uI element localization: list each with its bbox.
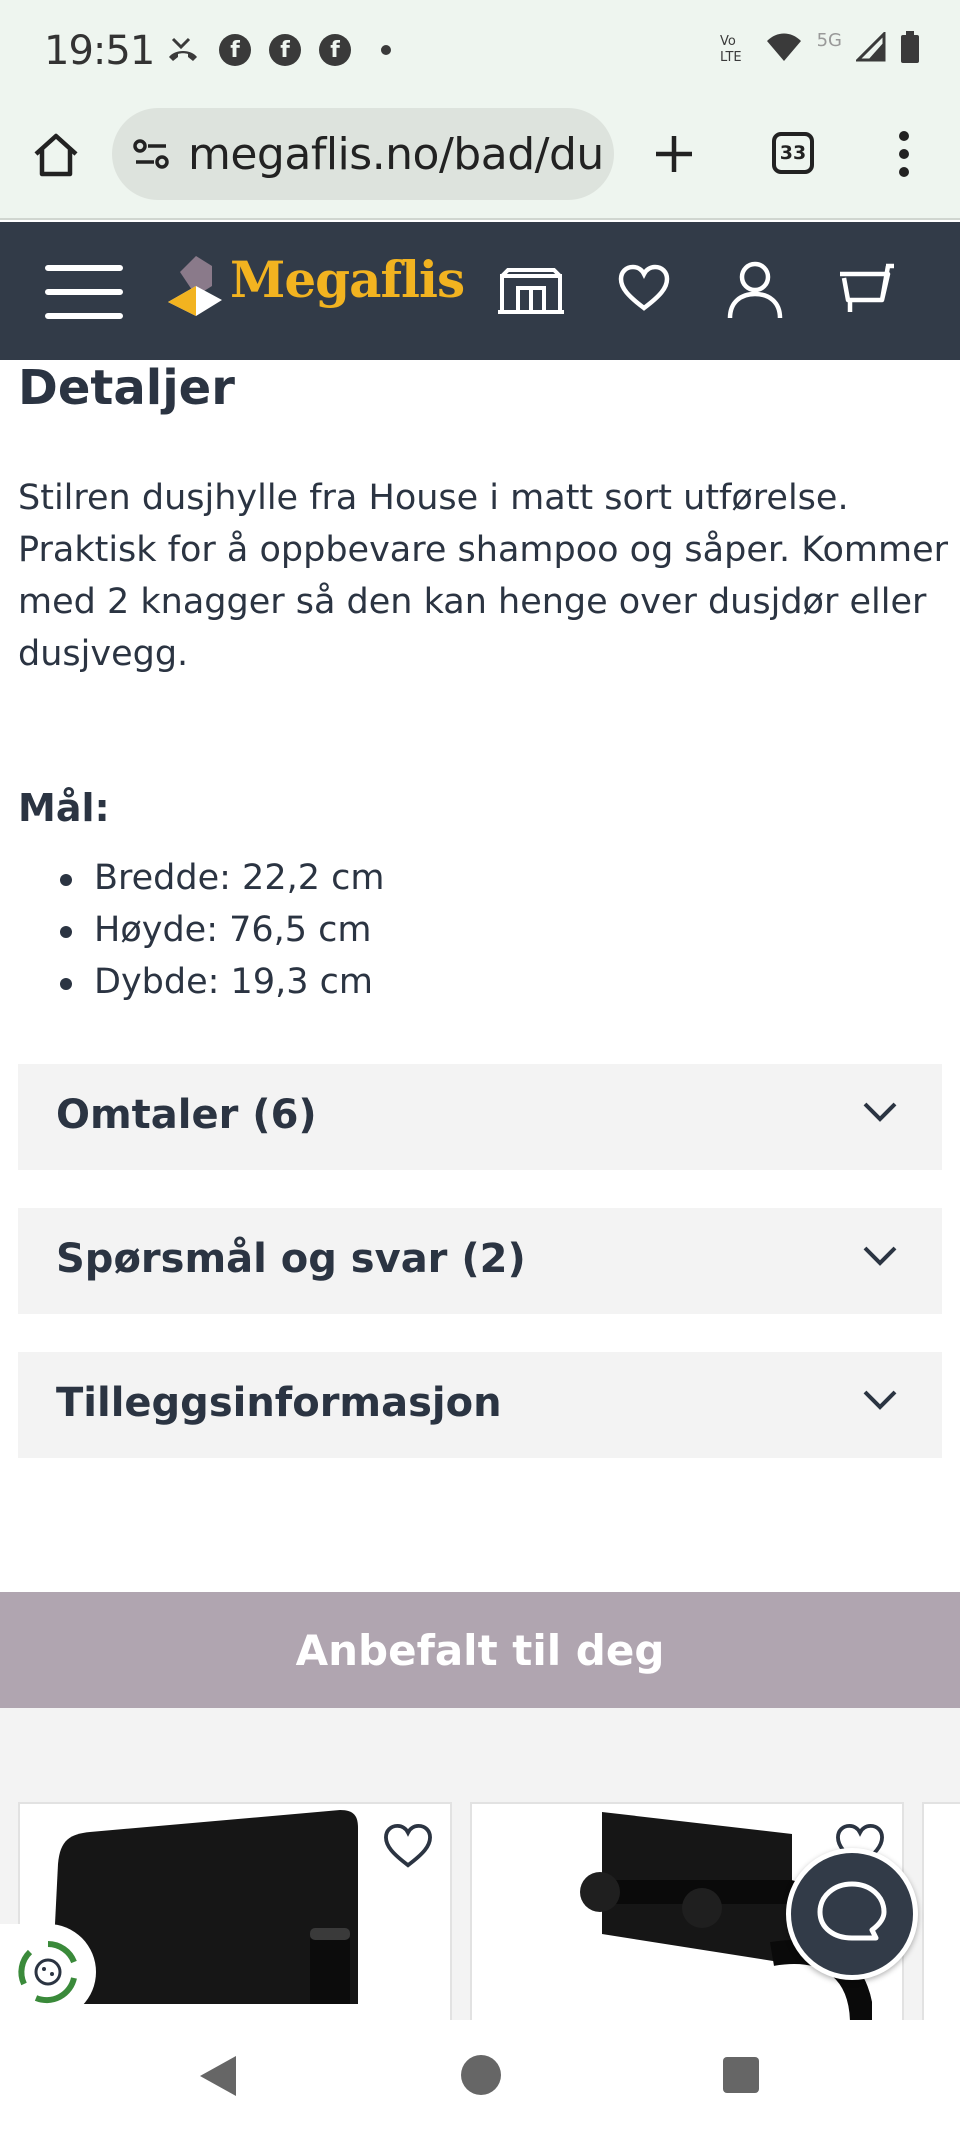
logo-text[interactable]: Megaflis <box>230 250 465 309</box>
product-card[interactable] <box>922 1802 960 2020</box>
accordion-questions[interactable]: Spørsmål og svar (2) <box>18 1208 942 1314</box>
home-circle-icon[interactable] <box>460 2054 502 2096</box>
details-heading: Detaljer <box>18 360 235 416</box>
notification-icons: f f f <box>165 34 391 66</box>
system-icons: Vo LTE 5G <box>717 30 920 64</box>
facebook-icon: f <box>219 34 251 66</box>
cart-icon[interactable] <box>836 260 898 320</box>
heart-icon <box>384 1823 432 1868</box>
address-bar[interactable]: megaflis.no/bad/du <box>112 108 614 200</box>
account-icon[interactable] <box>726 260 784 320</box>
chat-bubble-icon <box>817 1881 887 1941</box>
product-description: Stilren dusjhylle fra House i matt sort … <box>18 478 949 674</box>
url-text: megaflis.no/bad/du <box>188 128 604 180</box>
missed-call-icon <box>169 37 197 61</box>
store-icon[interactable] <box>494 266 568 316</box>
volte-icon: Vo LTE <box>720 34 742 64</box>
back-icon[interactable] <box>196 2054 238 2098</box>
wishlist-heart-icon[interactable] <box>618 264 670 312</box>
chat-button[interactable] <box>786 1848 918 1980</box>
signal-icon <box>856 32 886 62</box>
more-menu-icon[interactable] <box>896 130 912 178</box>
recents-icon[interactable] <box>722 2056 760 2094</box>
status-time: 19:51 <box>44 28 155 74</box>
accordion-reviews-label: Omtaler (6) <box>56 1092 317 1138</box>
megaflis-logo-icon[interactable] <box>166 252 226 320</box>
card-wishlist-button[interactable] <box>370 1808 446 1884</box>
svg-text:Vo: Vo <box>720 34 736 49</box>
system-navigation-bar <box>0 2020 960 2133</box>
cookie-settings-button[interactable] <box>0 1924 96 2020</box>
facebook-icon: f <box>319 34 351 66</box>
tab-switcher-button[interactable]: 33 <box>772 132 814 174</box>
new-tab-icon[interactable] <box>652 132 696 176</box>
site-settings-icon[interactable] <box>132 137 170 171</box>
chevron-down-icon <box>863 1102 897 1122</box>
chevron-down-icon <box>863 1246 897 1266</box>
facebook-icon: f <box>269 34 301 66</box>
recommendations-banner: Anbefalt til deg <box>0 1592 960 1708</box>
accordion-reviews[interactable]: Omtaler (6) <box>18 1064 942 1170</box>
more-notifications-dot-icon <box>381 45 391 55</box>
chevron-down-icon <box>863 1390 897 1410</box>
browser-toolbar: megaflis.no/bad/du 33 <box>0 100 960 220</box>
accordion-additional-info-label: Tilleggsinformasjon <box>56 1380 502 1426</box>
hamburger-menu-icon[interactable] <box>44 262 124 322</box>
accordion-additional-info[interactable]: Tilleggsinformasjon <box>18 1352 942 1458</box>
status-bar: 19:51 f f f Vo LTE 5G <box>0 0 960 100</box>
dimension-width: Bredde: 22,2 cm <box>18 852 384 904</box>
home-icon[interactable] <box>32 132 80 178</box>
recommendations-title: Anbefalt til deg <box>295 1625 665 1675</box>
dimensions-list: Bredde: 22,2 cm Høyde: 76,5 cm Dybde: 19… <box>18 852 384 1008</box>
wifi-icon <box>766 33 801 61</box>
accordion-questions-label: Spørsmål og svar (2) <box>56 1236 526 1282</box>
network-type-label: 5G <box>816 30 842 51</box>
dimension-depth: Dybde: 19,3 cm <box>18 956 384 1008</box>
dimension-height: Høyde: 76,5 cm <box>18 904 384 956</box>
dimensions-heading: Mål: <box>18 786 110 830</box>
battery-icon <box>901 31 919 63</box>
recycle-cookie-icon <box>18 1941 77 2004</box>
site-header: Megaflis <box>0 222 960 360</box>
svg-text:LTE: LTE <box>720 50 742 64</box>
